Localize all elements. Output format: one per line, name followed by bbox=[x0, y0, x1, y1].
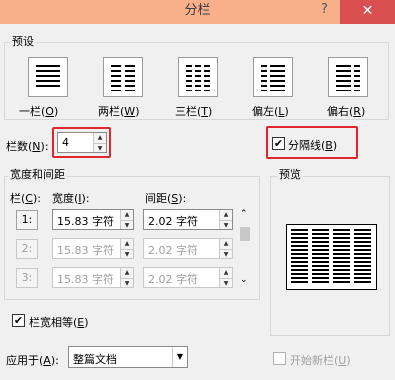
preset-one-column-icon[interactable] bbox=[28, 57, 68, 97]
preset-right-icon[interactable] bbox=[328, 57, 368, 97]
scroll-thumb[interactable] bbox=[240, 227, 250, 241]
col-header: 栏(C): bbox=[10, 192, 41, 205]
spin-up-icon[interactable]: ▲ bbox=[220, 210, 232, 220]
spin-up-icon: ▲ bbox=[223, 269, 229, 276]
spin-up-icon[interactable]: ▲ bbox=[121, 210, 133, 220]
columns-label: 栏数(N): bbox=[6, 140, 49, 153]
spin-down-icon: ▼ bbox=[121, 248, 133, 259]
preset-three-columns-label[interactable]: 三栏(T) bbox=[175, 103, 212, 119]
spin-up-icon[interactable]: ▲ bbox=[94, 133, 106, 143]
columns-spinner[interactable]: 4 ▲ ▼ bbox=[57, 132, 107, 153]
column-number-button: 2: bbox=[16, 239, 38, 259]
spacing-spinner: 2.02 字符 ▲ ▼ bbox=[143, 238, 233, 259]
apply-to-select[interactable]: 整篇文档 ▼ bbox=[68, 346, 188, 368]
new-column-checkbox[interactable] bbox=[273, 352, 286, 365]
spin-up-icon: ▲ bbox=[124, 240, 130, 247]
spin-down-icon: ▼ bbox=[121, 277, 133, 288]
scroll-up-icon[interactable]: ⌃ bbox=[240, 209, 248, 219]
spin-up-icon: ▲ bbox=[124, 269, 130, 276]
preset-one-column-label[interactable]: 一栏(O) bbox=[19, 103, 58, 119]
width-header: 宽度(I): bbox=[52, 192, 90, 205]
spacing-spinner[interactable]: 2.02 字符 ▲ ▼ bbox=[143, 209, 233, 230]
preset-three-columns-icon[interactable] bbox=[178, 57, 218, 97]
preset-two-columns-label[interactable]: 两栏(W) bbox=[98, 103, 139, 119]
spacing-spinner: 2.02 字符 ▲ ▼ bbox=[143, 267, 233, 288]
spin-up-icon: ▲ bbox=[223, 240, 229, 247]
help-button[interactable]: ? bbox=[321, 2, 328, 17]
window-title: 分栏 bbox=[184, 3, 211, 18]
width-spinner: 15.83 字符 ▲ ▼ bbox=[52, 267, 134, 288]
preset-right-label[interactable]: 偏右(R) bbox=[327, 103, 365, 119]
width-spinner: 15.83 字符 ▲ ▼ bbox=[52, 238, 134, 259]
column-number-button: 3: bbox=[16, 268, 38, 288]
equal-width-label[interactable]: 栏宽相等(E) bbox=[29, 314, 89, 330]
spin-down-icon: ▼ bbox=[220, 277, 232, 288]
separator-checkbox[interactable]: ✔ bbox=[272, 137, 285, 150]
preset-left-icon[interactable] bbox=[253, 57, 293, 97]
spin-down-icon: ▼ bbox=[220, 248, 232, 259]
scroll-down-icon[interactable]: ⌄ bbox=[240, 275, 248, 285]
equal-width-checkbox[interactable]: ✔ bbox=[12, 314, 25, 327]
chevron-down-icon[interactable]: ▼ bbox=[172, 347, 187, 367]
width-spacing-label: 宽度和间距 bbox=[8, 166, 67, 182]
columns-value[interactable]: 4 bbox=[62, 136, 69, 149]
rows-scrollbar[interactable]: ⌃ ⌄ bbox=[238, 209, 252, 289]
preset-two-columns-icon[interactable] bbox=[103, 57, 143, 97]
spin-down-icon[interactable]: ▼ bbox=[121, 219, 133, 230]
column-number-button[interactable]: 1: bbox=[16, 210, 38, 230]
width-spinner[interactable]: 15.83 字符 ▲ ▼ bbox=[52, 209, 134, 230]
new-column-label[interactable]: 开始新栏(U) bbox=[290, 352, 351, 368]
spacing-header: 间距(S): bbox=[145, 192, 187, 205]
separator-label[interactable]: 分隔线(B) bbox=[288, 137, 337, 153]
preview-label: 预览 bbox=[277, 166, 303, 182]
spin-down-icon[interactable]: ▼ bbox=[94, 142, 106, 153]
preview-page bbox=[286, 224, 377, 290]
presets-label: 预设 bbox=[10, 33, 36, 49]
close-button[interactable]: ✕ bbox=[340, 0, 395, 24]
apply-to-label: 应用于(A): bbox=[6, 354, 59, 367]
spin-down-icon[interactable]: ▼ bbox=[220, 219, 232, 230]
preset-left-label[interactable]: 偏左(L) bbox=[252, 103, 289, 119]
